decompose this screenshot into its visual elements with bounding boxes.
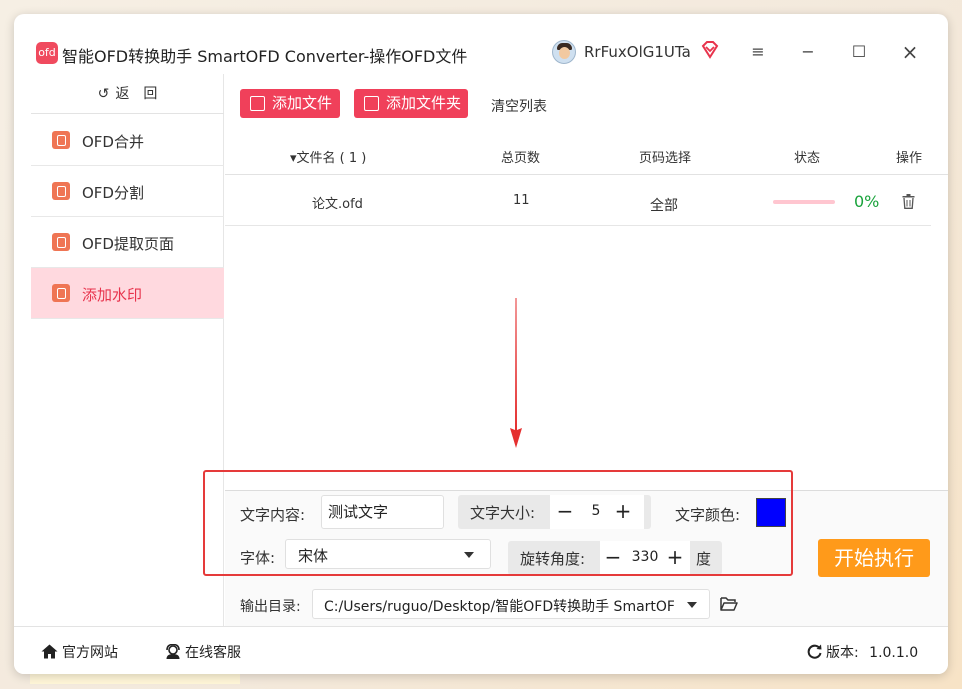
add-folder-label: 添加文件夹 bbox=[386, 94, 462, 112]
window-title: 智能OFD转换助手 SmartOFD Converter-操作OFD文件 bbox=[62, 47, 468, 66]
avatar-face bbox=[559, 47, 570, 59]
file-table-header: ▾文件名 ( 1 ) 总页数 页码选择 状态 操作 bbox=[225, 137, 948, 175]
add-file-label: 添加文件 bbox=[272, 94, 333, 112]
font-size-label: 文字大小: bbox=[470, 504, 536, 522]
progress-bar bbox=[773, 200, 835, 204]
column-status: 状态 bbox=[794, 151, 821, 166]
add-folder-button[interactable]: 添加文件夹 bbox=[354, 89, 468, 118]
font-family-select[interactable]: 宋体 bbox=[285, 539, 491, 569]
cell-page-select[interactable]: 全部 bbox=[650, 195, 678, 215]
start-button[interactable]: 开始执行 bbox=[818, 539, 930, 577]
title-bar: ofd 智能OFD转换助手 SmartOFD Converter-操作OFD文件… bbox=[14, 14, 948, 74]
add-file-icon bbox=[250, 96, 265, 111]
sidebar-item-add-watermark[interactable]: 添加水印 bbox=[31, 268, 224, 319]
app-logo-icon: ofd bbox=[36, 42, 58, 64]
text-content-label: 文字内容: bbox=[240, 506, 306, 524]
home-icon bbox=[41, 644, 58, 659]
column-filename[interactable]: ▾文件名 ( 1 ) bbox=[290, 147, 366, 166]
column-pages: 总页数 bbox=[501, 151, 541, 166]
font-label: 字体: bbox=[240, 549, 276, 567]
chevron-down-icon bbox=[687, 602, 697, 608]
add-folder-icon bbox=[364, 96, 379, 111]
rotation-value[interactable]: 330 bbox=[626, 549, 664, 565]
app-window: ofd 智能OFD转换助手 SmartOFD Converter-操作OFD文件… bbox=[14, 14, 948, 674]
customer-service-icon bbox=[166, 644, 180, 659]
font-size-control: − 5 + bbox=[550, 495, 644, 529]
progress-percent: 0% bbox=[854, 192, 880, 211]
sidebar-item-ofd-split[interactable]: OFD分割 bbox=[31, 166, 224, 217]
sidebar-item-ofd-merge[interactable]: OFD合并 bbox=[31, 115, 224, 166]
back-label: 返 回 bbox=[115, 86, 158, 102]
footer-bar: 官方网站 在线客服 版本: 1.0.1.0 bbox=[14, 626, 948, 674]
sidebar-item-label: 添加水印 bbox=[82, 286, 143, 304]
font-size-value[interactable]: 5 bbox=[580, 503, 612, 519]
text-color-swatch[interactable] bbox=[756, 498, 786, 527]
close-button[interactable]: × bbox=[897, 40, 923, 64]
sidebar-item-ofd-extract-pages[interactable]: OFD提取页面 bbox=[31, 217, 224, 268]
official-website-link[interactable]: 官方网站 bbox=[41, 642, 118, 662]
rotation-label: 旋转角度: bbox=[520, 550, 586, 568]
back-button[interactable]: ↺ 返 回 bbox=[31, 74, 224, 114]
table-row[interactable]: 论文.ofd 11 全部 0% bbox=[225, 176, 931, 226]
red-arrow-annotation bbox=[510, 298, 522, 448]
font-size-decrement-button[interactable]: − bbox=[556, 499, 574, 523]
add-file-button[interactable]: 添加文件 bbox=[240, 89, 340, 118]
refresh-icon bbox=[807, 644, 822, 659]
rotation-control: − 330 + bbox=[600, 541, 690, 575]
pdf-file-icon bbox=[52, 182, 70, 200]
sidebar-item-label: OFD提取页面 bbox=[82, 235, 174, 253]
column-action: 操作 bbox=[896, 151, 923, 166]
rotation-decrement-button[interactable]: − bbox=[604, 545, 622, 569]
version-label: 版本: bbox=[826, 645, 859, 661]
output-dir-path: C:/Users/ruguo/Desktop/智能OFD转换助手 SmartOF… bbox=[324, 599, 674, 615]
version-number: 1.0.1.0 bbox=[869, 645, 919, 661]
output-dir-select[interactable]: C:/Users/ruguo/Desktop/智能OFD转换助手 SmartOF… bbox=[312, 589, 710, 619]
vip-diamond-icon[interactable] bbox=[700, 40, 720, 60]
pdf-file-icon bbox=[52, 284, 70, 302]
username[interactable]: RrFuxOlG1UTa bbox=[584, 43, 691, 61]
cell-filename: 论文.ofd bbox=[312, 197, 363, 212]
cell-pages: 11 bbox=[513, 193, 530, 208]
pdf-file-icon bbox=[52, 233, 70, 251]
official-website-label: 官方网站 bbox=[62, 645, 118, 661]
pdf-file-icon bbox=[52, 131, 70, 149]
sidebar-item-label: OFD分割 bbox=[82, 184, 144, 202]
trash-icon[interactable] bbox=[902, 194, 915, 209]
menu-icon[interactable]: ≡ bbox=[745, 40, 771, 64]
rotation-increment-button[interactable]: + bbox=[666, 545, 684, 569]
text-color-label: 文字颜色: bbox=[675, 506, 741, 524]
user-avatar[interactable] bbox=[552, 40, 576, 64]
version-info: 版本: 1.0.1.0 bbox=[807, 642, 918, 662]
rotation-unit: 度 bbox=[696, 550, 712, 568]
sidebar-item-label: OFD合并 bbox=[82, 133, 144, 151]
online-support-link[interactable]: 在线客服 bbox=[165, 642, 241, 662]
back-arrow-icon: ↺ bbox=[97, 86, 110, 102]
folder-open-icon[interactable] bbox=[720, 596, 738, 611]
watermark-text-input[interactable]: 测试文字 bbox=[321, 495, 444, 529]
chevron-down-icon bbox=[464, 552, 474, 558]
column-page-select: 页码选择 bbox=[639, 151, 692, 166]
output-dir-label: 输出目录: bbox=[240, 599, 301, 615]
clear-list-button[interactable]: 清空列表 bbox=[491, 96, 547, 116]
font-family-value: 宋体 bbox=[298, 547, 329, 565]
maximize-button[interactable]: ☐ bbox=[846, 40, 872, 64]
minimize-button[interactable]: − bbox=[795, 40, 821, 64]
font-size-stepper: 文字大小: − 5 + bbox=[458, 495, 651, 529]
rotation-stepper: 旋转角度: − 330 + 度 bbox=[508, 541, 722, 575]
online-support-label: 在线客服 bbox=[185, 645, 241, 661]
font-size-increment-button[interactable]: + bbox=[614, 499, 632, 523]
sidebar: ↺ 返 回 OFD合并 OFD分割 OFD提取页面 添加水印 bbox=[31, 74, 224, 626]
